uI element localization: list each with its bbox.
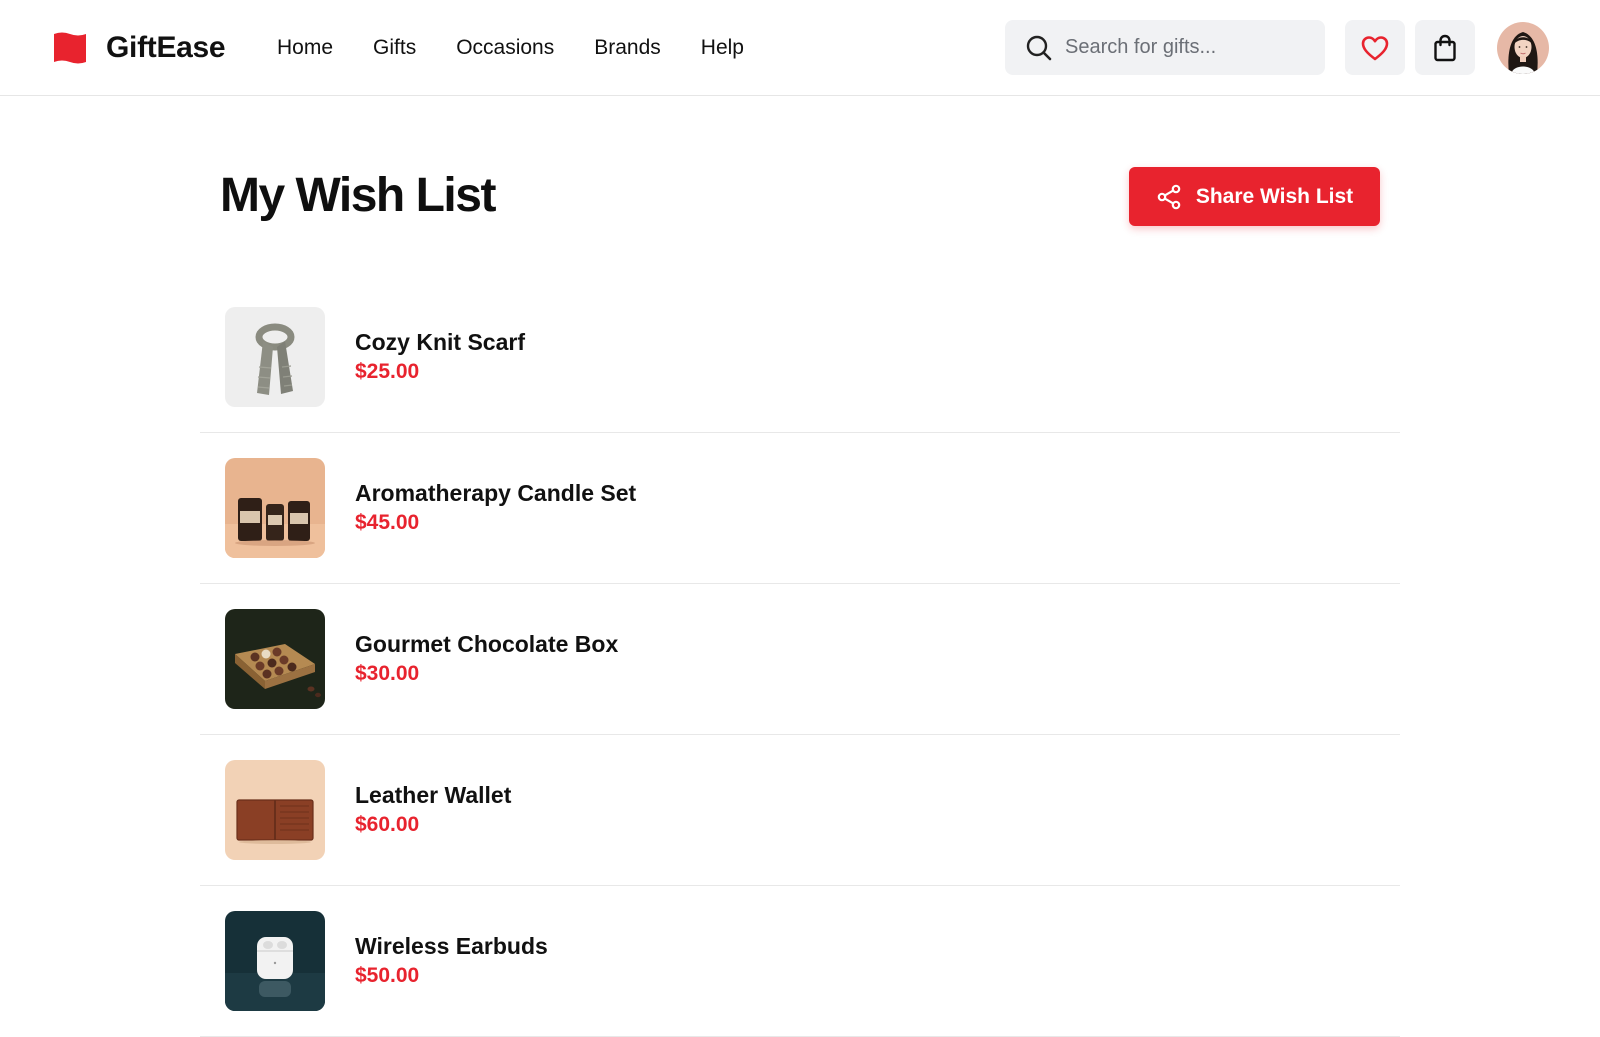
item-price: $60.00 — [355, 813, 420, 836]
chocolate-box-image — [225, 609, 325, 709]
wishlist-button[interactable] — [1345, 20, 1405, 75]
item-price: $45.00 — [355, 511, 420, 534]
product-image-chocolate[interactable] — [225, 609, 325, 709]
knit-scarf-image — [225, 307, 325, 407]
avatar[interactable] — [1497, 22, 1549, 74]
shopping-bag-icon — [1434, 34, 1456, 61]
cart-button[interactable] — [1415, 20, 1475, 75]
flag-logo-icon — [54, 32, 86, 64]
nav-occasions[interactable]: Occasions — [456, 34, 554, 62]
item-name[interactable]: Leather Wallet — [355, 780, 511, 810]
product-image-earbuds[interactable] — [225, 911, 325, 1011]
product-image-candles[interactable] — [225, 458, 325, 558]
share-wish-list-button[interactable]: Share Wish List — [1129, 167, 1380, 226]
leather-wallet-image — [225, 760, 325, 860]
search-bar — [1005, 20, 1325, 75]
nav-help[interactable]: Help — [701, 34, 744, 62]
item-price: $50.00 — [355, 964, 420, 987]
item-name[interactable]: Wireless Earbuds — [355, 931, 548, 961]
wireless-earbuds-image — [225, 911, 325, 1011]
search-icon — [1026, 35, 1052, 60]
item-name[interactable]: Aromatherapy Candle Set — [355, 478, 636, 508]
list-item: Cozy Knit Scarf $25.00 — [200, 282, 1400, 433]
product-image-wallet[interactable] — [225, 760, 325, 860]
page-title: My Wish List — [220, 169, 496, 222]
item-name[interactable]: Gourmet Chocolate Box — [355, 629, 618, 659]
list-item: Aromatherapy Candle Set $45.00 — [200, 433, 1400, 584]
user-avatar-image — [1497, 22, 1549, 74]
item-price: $25.00 — [355, 360, 420, 383]
nav-gifts[interactable]: Gifts — [373, 34, 416, 62]
brand-name: GiftEase — [106, 31, 226, 64]
main-nav: Home Gifts Occasions Brands Help — [277, 34, 744, 62]
item-name[interactable]: Cozy Knit Scarf — [355, 327, 525, 357]
product-image-scarf[interactable] — [225, 307, 325, 407]
search-input[interactable] — [1065, 36, 1305, 59]
list-item: Gourmet Chocolate Box $30.00 — [200, 584, 1400, 735]
share-button-label: Share Wish List — [1195, 184, 1354, 208]
brand-logo[interactable]: GiftEase — [52, 30, 226, 66]
list-item: Wireless Earbuds $50.00 — [200, 886, 1400, 1037]
share-icon — [1157, 184, 1181, 209]
nav-brands[interactable]: Brands — [594, 34, 661, 62]
list-item: Leather Wallet $60.00 — [200, 735, 1400, 886]
candle-set-image — [225, 458, 325, 558]
item-price: $30.00 — [355, 662, 420, 685]
heart-icon — [1361, 35, 1389, 60]
nav-home[interactable]: Home — [277, 34, 333, 62]
wish-list: Cozy Knit Scarf $25.00 Aromatherapy Cand… — [200, 282, 1400, 1037]
site-header: GiftEase Home Gifts Occasions Brands Hel… — [0, 0, 1600, 96]
